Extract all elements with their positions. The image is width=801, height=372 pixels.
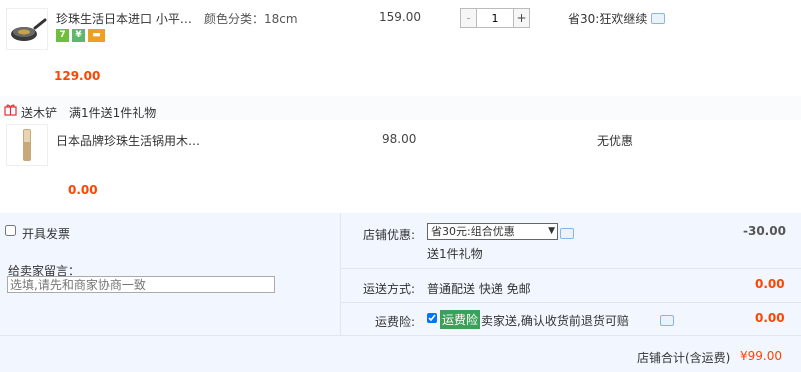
message-icon[interactable] [560,228,574,239]
card-badge-icon: ▬ [88,29,105,42]
shipping-method: 普通配送 快递 免邮 [427,282,531,296]
shipping-label: 运送方式: [363,282,416,296]
quantity-input[interactable] [476,9,514,27]
quantity-increase-button[interactable]: + [514,9,529,27]
frying-pan-icon [11,18,47,41]
unit-price: 159.00 [379,10,421,24]
gift-note: 送1件礼物 [427,247,483,261]
invoice-checkbox[interactable] [5,225,16,236]
insurance-label: 运费险: [375,315,416,329]
product-thumbnail-pan[interactable] [6,8,48,50]
product-spec: 颜色分类：18cm [204,12,298,26]
product-title-link[interactable]: 珍珠生活日本进口 小平… [56,10,192,27]
insurance-amount: 0.00 [755,311,785,325]
item-subtotal: 0.00 [68,183,98,197]
promo-badge-icon: 7 [56,29,69,42]
unit-price: 98.00 [382,132,417,146]
shop-discount-label: 店铺优惠: [363,228,416,242]
discount-text: 省30:狂欢继续 [568,12,648,26]
dropdown-arrow-icon: ▼ [548,226,555,236]
gift-icon [4,104,17,116]
product-thumbnail-spatula[interactable] [6,124,48,166]
vertical-divider [340,213,341,335]
wooden-spatula-icon [23,129,31,161]
store-total-amount: ¥99.00 [740,349,782,363]
gift-tag: 送木铲 [21,106,58,120]
insurance-tag: 运费险 [440,310,481,329]
seller-message-input[interactable] [7,276,275,293]
message-icon[interactable] [651,13,665,24]
gift-rule: 满1件送1件礼物 [69,106,157,120]
info-icon[interactable] [660,315,674,326]
coupon-badge-icon: ¥ [72,29,85,42]
quantity-decrease-button[interactable]: - [461,9,476,27]
invoice-label: 开具发票 [22,227,71,241]
shop-discount-amount: -30.00 [743,224,786,238]
insurance-description: 卖家送,确认收货前退货可赔 [481,314,629,328]
shop-discount-select[interactable]: 省30元:组合优惠 ▼ [427,223,558,240]
product-title-link[interactable]: 日本品牌珍珠生活锅用木… [56,132,200,149]
shop-discount-selected: 省30元:组合优惠 [431,225,515,238]
row-divider [340,268,801,269]
quantity-stepper[interactable]: - + [460,8,530,28]
insurance-checkbox[interactable] [427,313,437,323]
shipping-amount: 0.00 [755,277,785,291]
row-divider [340,302,801,303]
item-subtotal: 129.00 [54,69,101,83]
discount-text: 无优惠 [597,134,634,148]
row-divider [0,335,801,336]
store-total-label: 店铺合计(含运费) [637,351,731,365]
